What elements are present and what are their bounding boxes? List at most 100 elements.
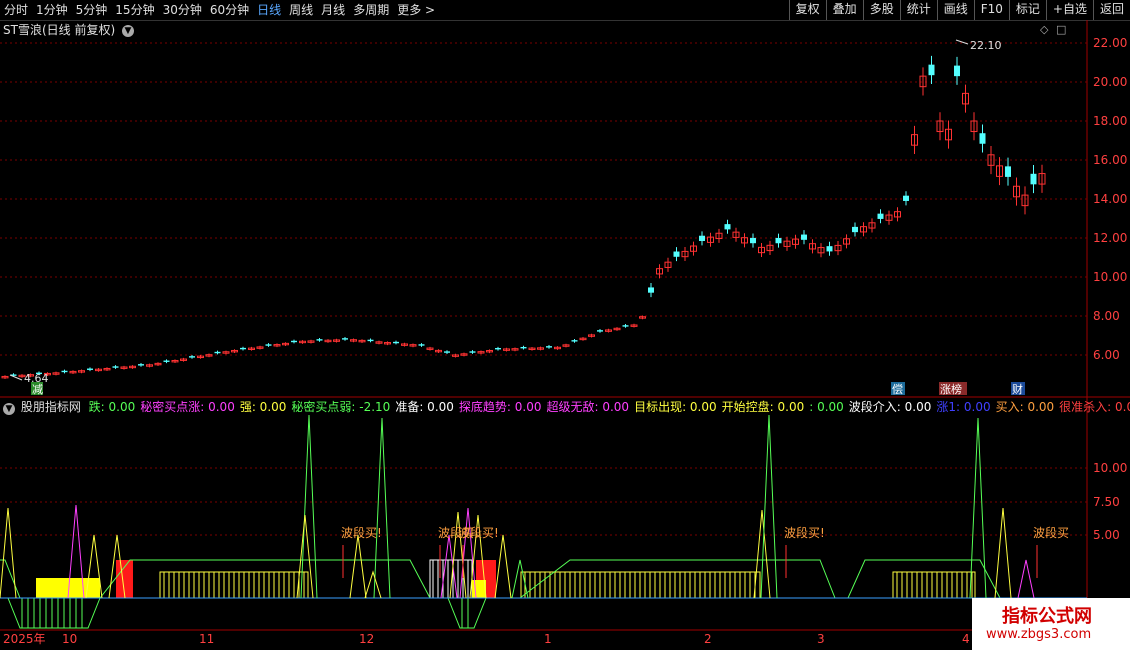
indicator-grid	[0, 467, 1087, 536]
candle-body	[954, 65, 960, 77]
time-label: 2	[704, 632, 712, 646]
candle-body	[903, 195, 909, 201]
time-axis: 2025年 10 11 12 1 2 3 4	[3, 632, 970, 646]
signal-label: 波段买!	[784, 525, 825, 540]
candle-body	[291, 340, 297, 343]
signal-spike	[511, 559, 529, 599]
signal-spike	[300, 414, 318, 599]
time-label: 10	[62, 632, 77, 646]
candle-body	[852, 226, 858, 233]
tag-zhangbang-label: 涨榜	[940, 382, 962, 396]
candle-body	[87, 368, 93, 370]
candle-body	[240, 347, 246, 350]
control-zone	[892, 571, 976, 599]
indicator-title-bar: ▼ 股朋指标网 跌: 0.00 秘密买点涨: 0.00 强: 0.00 秘密买点弱: …	[3, 398, 1130, 415]
price-tick: 22.00	[1093, 36, 1127, 50]
candle-body	[622, 325, 629, 327]
signal-spike	[349, 534, 367, 599]
candle-body	[673, 251, 680, 257]
indicator-field: 探底趋势: 0.00	[458, 400, 542, 414]
trend-line	[0, 559, 1087, 599]
signal-spike	[760, 414, 778, 599]
price-tick: 10.00	[1093, 270, 1127, 284]
price-tick: 14.00	[1093, 192, 1127, 206]
candle-body	[112, 366, 119, 368]
indicator-field: 目标出现: 0.00	[634, 400, 717, 414]
time-label: 12	[359, 632, 374, 646]
indicator-field: 秘密买点涨: 0.00	[140, 400, 235, 414]
chart-canvas[interactable]: 22.00 20.00 18.00 16.00 14.00 12.00 10.0…	[0, 0, 1130, 650]
candle-body	[418, 344, 425, 346]
candle-body	[648, 287, 654, 293]
candle-body	[367, 339, 374, 342]
signal-spike	[0, 507, 17, 599]
time-label: 11	[199, 632, 214, 646]
time-label: 3	[817, 632, 825, 646]
candle-body	[138, 364, 144, 366]
indicator-tick: 5.00	[1093, 528, 1120, 542]
tag-cai-label: 财	[1012, 382, 1023, 396]
candle-body	[546, 346, 552, 348]
price-tick: 8.00	[1093, 309, 1120, 323]
price-tick: 18.00	[1093, 114, 1127, 128]
indicator-tick: 10.00	[1093, 461, 1127, 475]
candle-body	[342, 338, 348, 340]
high-price-label: 22.10	[970, 39, 1002, 52]
indicator-field: 涨1: 0.00	[936, 400, 991, 414]
indicator-axis: 10.00 7.50 5.00	[1093, 461, 1127, 542]
candle-body	[393, 341, 399, 344]
indicator-fields: 跌: 0.00 秘密买点涨: 0.00 强: 0.00 秘密买点弱: -2.10 准备:…	[89, 400, 1130, 414]
price-tick: 20.00	[1093, 75, 1127, 89]
price-tick: 12.00	[1093, 231, 1127, 245]
candle-body	[775, 237, 782, 244]
indicator-field: 买入: 0.00	[995, 400, 1055, 414]
indicator-field: 跌: 0.00	[88, 400, 136, 414]
candle-body	[316, 339, 323, 341]
strong-block	[472, 580, 486, 598]
signal-labels: 波段买! 波段买! 波段买! 波段买! 波段买	[341, 525, 1069, 540]
indicator-field: 很准杀入: 0.00	[1059, 400, 1130, 414]
candle-body	[750, 237, 756, 244]
signal-spike	[373, 417, 391, 599]
signal-spike	[969, 417, 987, 599]
candle-body	[1030, 173, 1037, 185]
chevron-down-icon[interactable]: ▼	[3, 403, 15, 415]
diamond-icon[interactable]: ◇	[1040, 23, 1049, 36]
price-axis: 22.00 20.00 18.00 16.00 14.00 12.00 10.0…	[1093, 36, 1127, 362]
candle-body	[928, 64, 935, 76]
indicator-field: : 0.00	[809, 400, 844, 414]
time-label: 4	[962, 632, 970, 646]
tag-jian-label: 减	[32, 383, 43, 396]
candle-body	[189, 356, 195, 358]
candlestick-series	[1, 55, 1046, 380]
indicator-field: 波段介入: 0.00	[848, 400, 932, 414]
candle-body	[699, 235, 705, 241]
indicator-lines	[0, 414, 1087, 599]
watermark-url: www.zbgs3.com	[986, 627, 1092, 642]
candle-body	[61, 370, 68, 373]
candle-body	[265, 344, 272, 346]
candle-body	[469, 351, 476, 353]
indicator-fills	[7, 559, 976, 629]
candle-body	[877, 213, 884, 219]
candle-body	[444, 351, 450, 353]
signal-spike	[364, 570, 382, 599]
candle-body	[597, 330, 603, 332]
indicator-field: 秘密买点弱: -2.10	[291, 400, 391, 414]
price-tick: 6.00	[1093, 348, 1120, 362]
candle-body	[1005, 166, 1011, 177]
candle-body	[163, 360, 170, 362]
signal-label: 波段买!	[458, 525, 499, 540]
candle-body	[826, 246, 833, 252]
signal-spike	[494, 534, 512, 599]
candle-body	[724, 224, 731, 230]
watermark-title: 指标公式网	[1002, 606, 1092, 627]
main-grid	[0, 42, 1087, 356]
indicator-field: 强: 0.00	[239, 400, 287, 414]
expand-icon[interactable]: □	[1056, 23, 1066, 36]
candle-body	[571, 340, 578, 342]
signal-spike	[994, 507, 1012, 599]
candle-body	[214, 351, 221, 354]
candle-body	[495, 348, 501, 350]
candle-body	[979, 133, 986, 144]
